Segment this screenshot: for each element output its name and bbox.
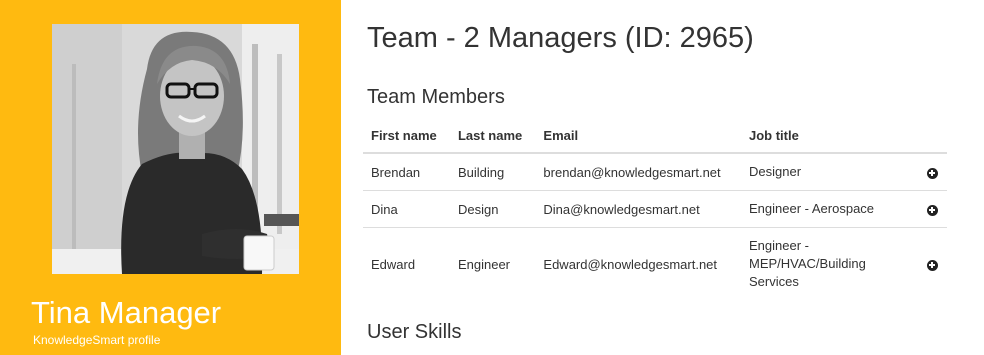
profile-photo-image: [52, 24, 299, 274]
cell-last-name: Building: [449, 152, 536, 191]
user-skills-heading: User Skills: [367, 321, 462, 343]
cell-last-name: Engineer: [449, 227, 536, 300]
plus-circle-icon[interactable]: [926, 204, 938, 216]
profile-photo: [52, 24, 299, 274]
cell-job-title: Engineer - MEP/HVAC/Building Services: [741, 227, 917, 300]
column-header-last-name: Last name: [449, 119, 536, 154]
team-members-table: First name Last name Email Job title Bre…: [363, 119, 947, 300]
column-header-action: [917, 119, 947, 154]
cell-last-name: Design: [449, 190, 536, 228]
column-header-email: Email: [535, 119, 741, 154]
cell-email: brendan@knowledgesmart.net: [535, 152, 741, 191]
cell-first-name: Brendan: [363, 152, 450, 191]
cell-first-name: Edward: [363, 227, 450, 300]
cell-action: [917, 190, 947, 228]
team-members-heading: Team Members: [367, 86, 505, 108]
column-header-first-name: First name: [363, 119, 450, 154]
profile-card: Tina Manager KnowledgeSmart profile: [0, 0, 341, 355]
plus-circle-icon[interactable]: [926, 259, 938, 271]
cell-email: Edward@knowledgesmart.net: [535, 227, 741, 300]
profile-name: Tina Manager: [31, 295, 222, 330]
cell-job-title: Designer: [741, 152, 917, 191]
table-row: Edward Engineer Edward@knowledgesmart.ne…: [363, 227, 947, 300]
plus-circle-icon[interactable]: [926, 167, 938, 179]
column-header-job-title: Job title: [741, 119, 917, 154]
table-header-row: First name Last name Email Job title: [363, 119, 947, 154]
table-row: Brendan Building brendan@knowledgesmart.…: [363, 152, 947, 191]
page: Tina Manager KnowledgeSmart profile Team…: [0, 0, 984, 355]
cell-action: [917, 152, 947, 191]
profile-subtitle: KnowledgeSmart profile: [33, 333, 161, 347]
cell-email: Dina@knowledgesmart.net: [535, 190, 741, 228]
cell-job-title: Engineer - Aerospace: [741, 190, 917, 228]
team-title: Team - 2 Managers (ID: 2965): [367, 22, 754, 54]
cell-first-name: Dina: [363, 190, 450, 228]
cell-action: [917, 227, 947, 300]
table-row: Dina Design Dina@knowledgesmart.net Engi…: [363, 190, 947, 228]
